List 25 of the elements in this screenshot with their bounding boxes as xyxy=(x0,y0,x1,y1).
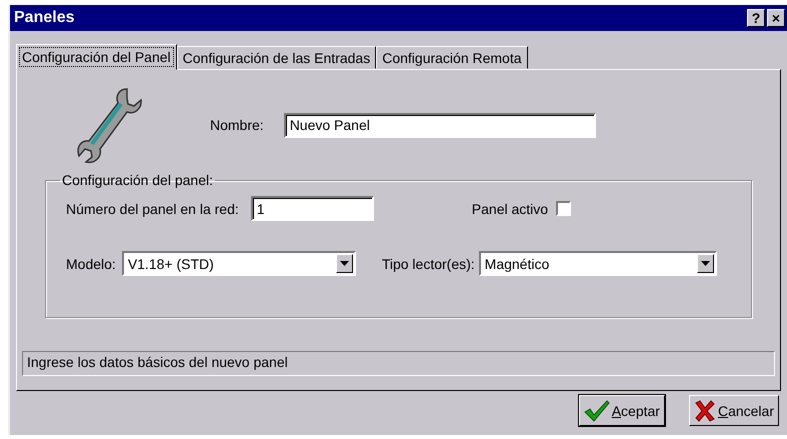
cancel-button[interactable]: Cancelar xyxy=(688,395,779,426)
help-button[interactable]: ? xyxy=(747,9,765,27)
checkbox[interactable] xyxy=(556,201,572,216)
reader-dropdown[interactable]: Magnético xyxy=(478,251,717,276)
caret-icon xyxy=(340,261,349,266)
group-title: Configuración del panel: xyxy=(61,172,214,188)
close-button[interactable]: × xyxy=(767,9,785,27)
field-label: Número del panel en la red: xyxy=(66,200,239,216)
field-label: Modelo: xyxy=(66,256,116,272)
accept-button[interactable]: Aceptar xyxy=(578,395,665,426)
tab[interactable]: Configuración Remota xyxy=(376,46,528,69)
status-bar: Ingrese los datos básicos del nuevo panel xyxy=(22,351,775,376)
tab[interactable]: Configuración del Panel xyxy=(16,44,177,70)
caret-icon xyxy=(700,261,710,266)
checkbox-label: Panel activo xyxy=(472,200,548,216)
number-field[interactable]: 1 xyxy=(250,196,374,221)
name-field[interactable]: Nuevo Panel xyxy=(284,112,596,138)
tab[interactable]: Configuración de las Entradas xyxy=(176,46,376,69)
field-label: Tipo lector(es): xyxy=(382,256,475,272)
field-label: Nombre: xyxy=(210,117,264,133)
wrench-icon xyxy=(75,86,145,164)
window-title: Paneles xyxy=(14,9,74,27)
model-dropdown[interactable]: V1.18+ (STD) xyxy=(122,251,356,276)
cross-icon xyxy=(694,400,716,422)
checkmark-icon xyxy=(584,400,610,422)
